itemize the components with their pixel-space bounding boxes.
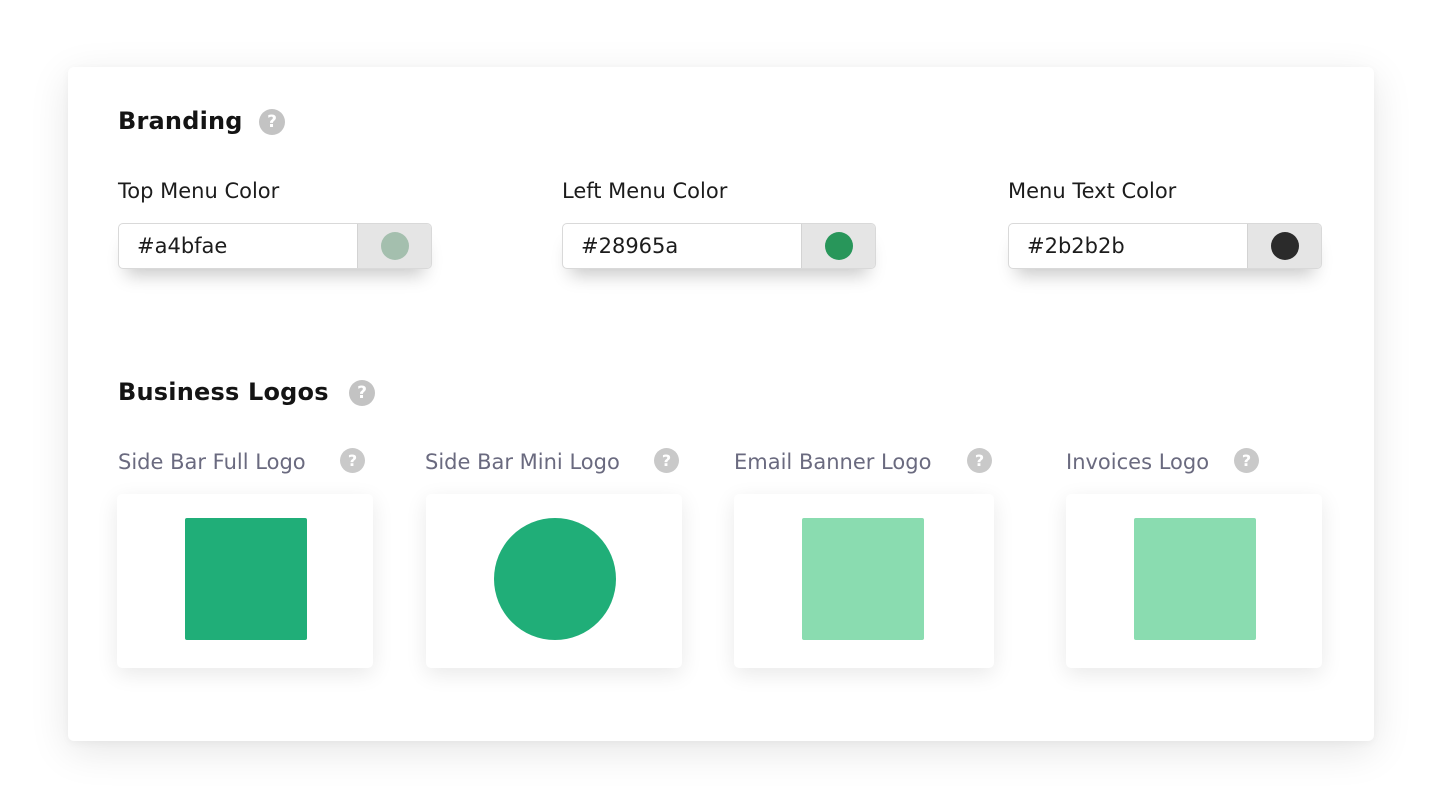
top-menu-color-value[interactable]: #a4bfae [119,224,357,268]
side-bar-full-logo-help-icon[interactable]: ? [340,448,365,473]
side-bar-mini-logo-upload[interactable] [426,494,682,668]
top-menu-color-label: Top Menu Color [118,179,280,203]
invoices-logo-label: Invoices Logo [1066,450,1210,474]
email-banner-logo-help-icon[interactable]: ? [967,448,992,473]
left-menu-color-picker-button[interactable] [801,224,875,268]
invoices-logo-image [1134,518,1256,640]
left-menu-color-label: Left Menu Color [562,179,728,203]
email-banner-logo-upload[interactable] [734,494,994,668]
business-logos-title: Business Logos [118,378,329,406]
side-bar-full-logo-upload[interactable] [117,494,373,668]
menu-text-color-input[interactable]: #2b2b2b [1008,223,1322,269]
invoices-logo-upload[interactable] [1066,494,1322,668]
email-banner-logo-image [802,518,924,640]
top-menu-color-input[interactable]: #a4bfae [118,223,432,269]
side-bar-mini-logo-label: Side Bar Mini Logo [425,450,620,474]
branding-title: Branding [118,107,243,135]
menu-text-color-picker-button[interactable] [1247,224,1321,268]
side-bar-mini-logo-help-icon[interactable]: ? [654,448,679,473]
menu-text-color-swatch [1271,232,1299,260]
business-logos-help-icon[interactable]: ? [349,380,375,406]
menu-text-color-value[interactable]: #2b2b2b [1009,224,1247,268]
left-menu-color-swatch [825,232,853,260]
email-banner-logo-label: Email Banner Logo [734,450,932,474]
invoices-logo-help-icon[interactable]: ? [1234,448,1259,473]
side-bar-mini-logo-image [494,518,616,640]
settings-card: Branding ? Top Menu Color #a4bfae Left M… [68,67,1374,741]
side-bar-full-logo-label: Side Bar Full Logo [118,450,306,474]
menu-text-color-label: Menu Text Color [1008,179,1177,203]
left-menu-color-input[interactable]: #28965a [562,223,876,269]
left-menu-color-value[interactable]: #28965a [563,224,801,268]
branding-help-icon[interactable]: ? [259,109,285,135]
top-menu-color-swatch [381,232,409,260]
side-bar-full-logo-image [185,518,307,640]
top-menu-color-picker-button[interactable] [357,224,431,268]
